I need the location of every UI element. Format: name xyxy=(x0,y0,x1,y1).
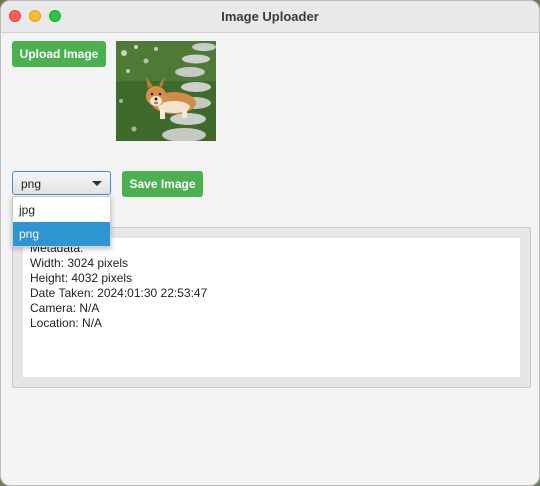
save-image-button[interactable]: Save Image xyxy=(122,171,203,197)
metadata-date-taken: Date Taken: 2024:01:30 22:53:47 xyxy=(30,286,208,300)
app-window: Image Uploader Upload Image png Save Ima… xyxy=(0,0,540,486)
metadata-height: Height: 4032 pixels xyxy=(30,271,133,285)
chevron-down-icon[interactable] xyxy=(92,181,102,186)
metadata-camera: Camera: N/A xyxy=(30,301,100,315)
title-bar: Image Uploader xyxy=(1,1,539,33)
format-option-png[interactable]: png xyxy=(13,222,110,246)
format-select[interactable]: png xyxy=(12,171,111,195)
metadata-panel: Metadata: Width: 3024 pixels Height: 403… xyxy=(12,227,531,388)
window-title: Image Uploader xyxy=(221,9,319,24)
format-option-jpg[interactable]: jpg xyxy=(13,198,110,222)
metadata-location: Location: N/A xyxy=(30,316,103,330)
metadata-text-area[interactable]: Metadata: Width: 3024 pixels Height: 403… xyxy=(23,238,520,377)
format-dropdown-menu: jpg png xyxy=(12,196,111,247)
dog-photo-icon xyxy=(116,41,216,141)
format-select-value: png xyxy=(21,177,42,191)
upload-image-button[interactable]: Upload Image xyxy=(12,41,106,67)
image-preview xyxy=(116,41,216,141)
metadata-width: Width: 3024 pixels xyxy=(30,256,129,270)
